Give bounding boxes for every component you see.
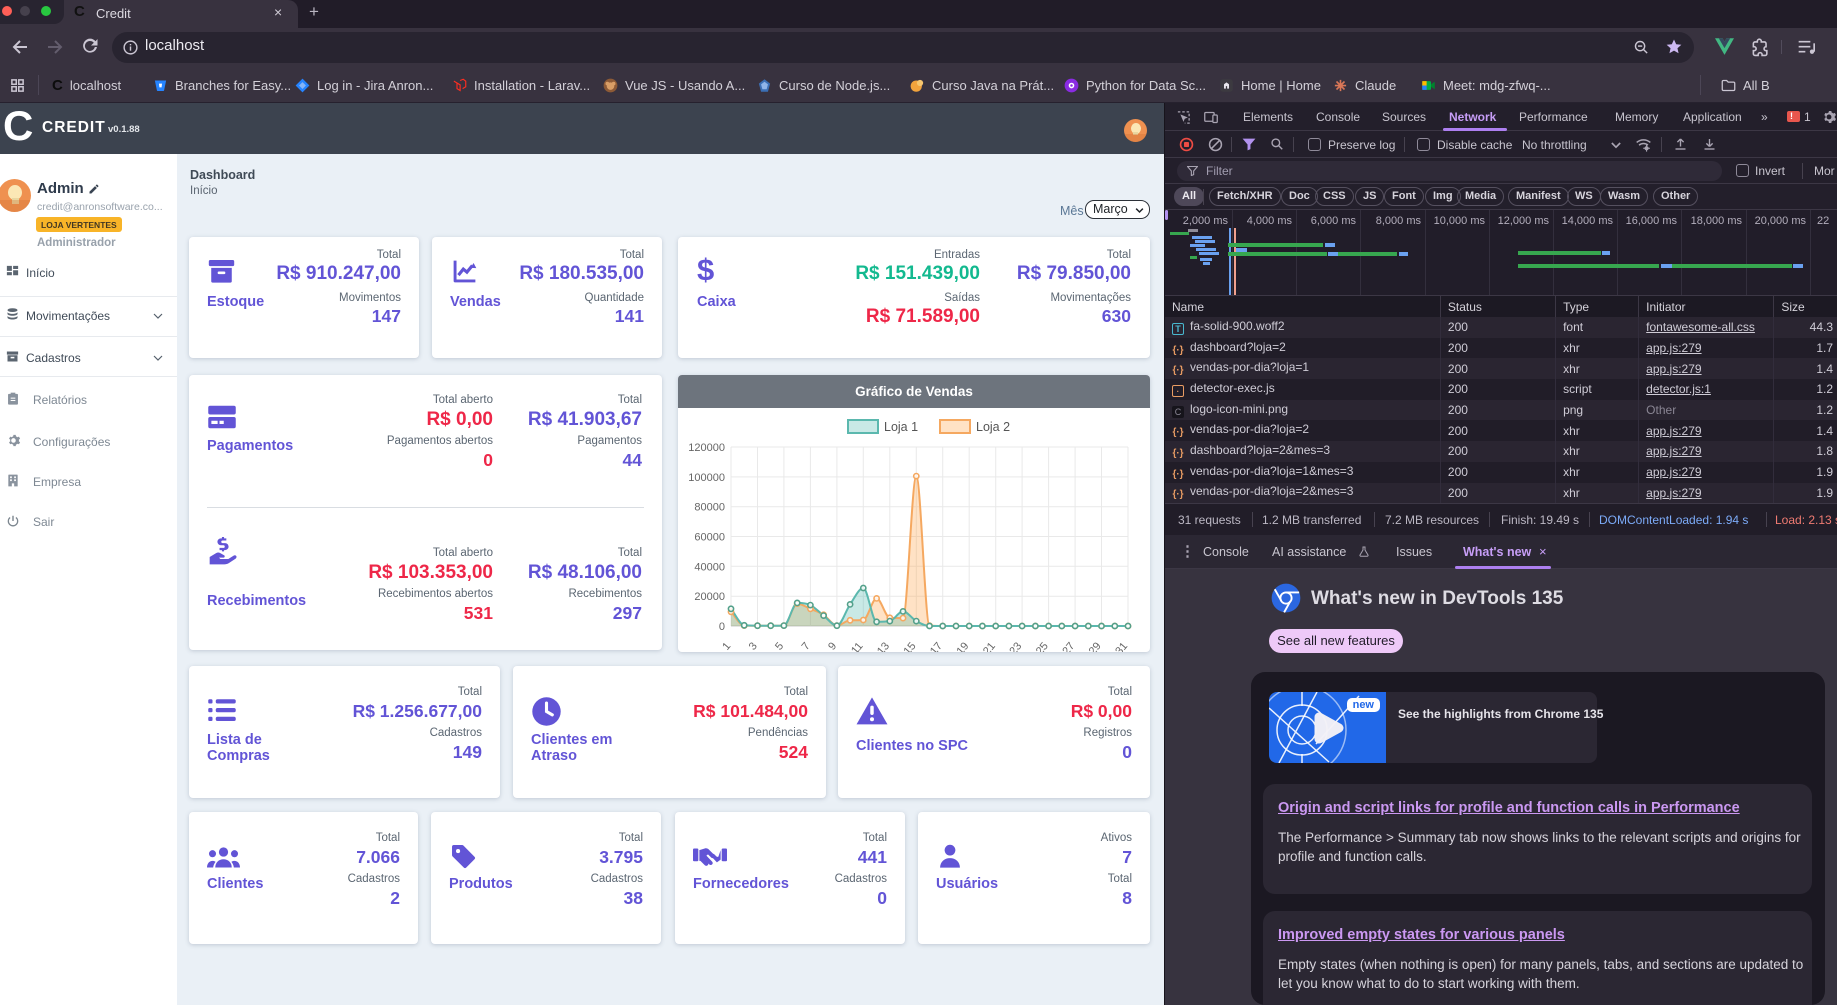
svg-text:5: 5 (773, 640, 786, 652)
svg-text:20000: 20000 (694, 591, 725, 603)
svg-text:13: 13 (875, 640, 892, 652)
svg-text:15: 15 (902, 640, 919, 652)
svg-text:29: 29 (1087, 640, 1104, 652)
svg-text:Loja 2: Loja 2 (976, 420, 1010, 434)
svg-text:40000: 40000 (694, 561, 725, 573)
svg-text:Loja 1: Loja 1 (884, 420, 918, 434)
svg-text:1: 1 (720, 640, 733, 652)
svg-text:31: 31 (1113, 640, 1130, 652)
svg-text:21: 21 (981, 640, 998, 652)
svg-text:0: 0 (719, 621, 725, 633)
svg-text:3: 3 (747, 640, 760, 652)
svg-text:11: 11 (849, 640, 866, 652)
svg-text:25: 25 (1034, 640, 1051, 652)
svg-text:9: 9 (826, 640, 839, 652)
svg-text:80000: 80000 (694, 502, 725, 514)
svg-text:19: 19 (954, 640, 971, 652)
svg-text:120000: 120000 (688, 442, 725, 454)
svg-text:100000: 100000 (688, 472, 725, 484)
svg-text:17: 17 (928, 640, 945, 652)
svg-text:23: 23 (1007, 640, 1024, 652)
svg-text:7: 7 (800, 640, 813, 652)
svg-text:60000: 60000 (694, 532, 725, 544)
svg-text:27: 27 (1060, 640, 1077, 652)
